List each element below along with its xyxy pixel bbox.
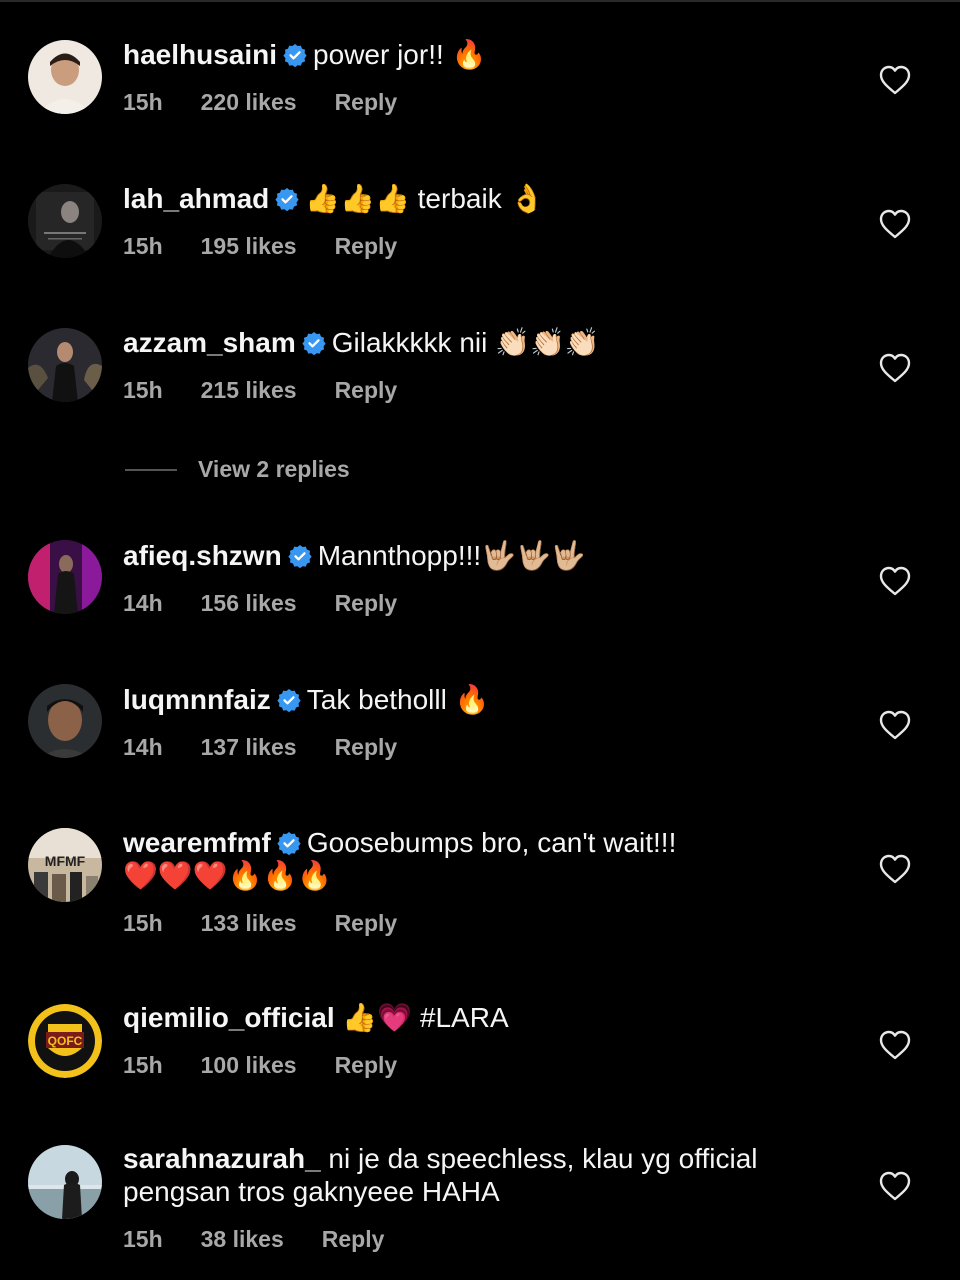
like-count[interactable]: 215 likes [201, 377, 297, 404]
comment-text: ni je da speechless, klau yg official [328, 1143, 758, 1174]
top-divider [0, 0, 960, 2]
avatar-logo-text: QOFC [48, 1034, 83, 1048]
comment-text: Tak betholll 🔥 [306, 684, 490, 715]
avatar[interactable] [28, 40, 102, 114]
reply-button[interactable]: Reply [335, 1052, 398, 1079]
reply-button[interactable]: Reply [335, 233, 398, 260]
verified-badge-icon [302, 331, 326, 355]
reply-button[interactable]: Reply [322, 1226, 385, 1253]
like-count[interactable]: 100 likes [201, 1052, 297, 1079]
like-count[interactable]: 220 likes [201, 89, 297, 116]
heart-outline-icon[interactable] [878, 565, 912, 597]
heart-outline-icon[interactable] [878, 208, 912, 240]
comment-text-line-2: ❤️❤️❤️🔥🔥🔥 [123, 860, 333, 891]
comment-time: 14h [123, 590, 163, 616]
avatar[interactable] [28, 540, 102, 614]
reply-button[interactable]: Reply [335, 734, 398, 761]
comment-text: Gilakkkkk nii 👏🏻👏🏻👏🏻 [331, 327, 600, 358]
avatar-text: MFMF [45, 853, 86, 869]
reply-button[interactable]: Reply [335, 377, 398, 404]
view-replies-button[interactable]: View 2 replies [123, 456, 423, 486]
avatar[interactable]: MFMF [28, 828, 102, 902]
verified-badge-icon [288, 544, 312, 568]
replies-divider [125, 469, 177, 471]
verified-badge-icon [275, 187, 299, 211]
verified-badge-icon [277, 688, 301, 712]
comment-time: 15h [123, 1052, 163, 1078]
verified-badge-icon [283, 43, 307, 67]
heart-outline-icon[interactable] [878, 1029, 912, 1061]
comment-text: 👍👍👍 terbaik 👌 [305, 183, 545, 214]
heart-outline-icon[interactable] [878, 352, 912, 384]
reply-button[interactable]: Reply [335, 910, 398, 937]
username[interactable]: sarahnazurah_ [123, 1143, 321, 1174]
username[interactable]: haelhusaini [123, 39, 277, 70]
comment-text-line-2: pengsan tros gaknyeee HAHA [123, 1176, 500, 1207]
avatar[interactable] [28, 328, 102, 402]
like-count[interactable]: 38 likes [201, 1226, 284, 1253]
heart-outline-icon[interactable] [878, 853, 912, 885]
username[interactable]: lah_ahmad [123, 183, 269, 214]
avatar[interactable]: QOFC [28, 1004, 102, 1078]
comment-time: 15h [123, 910, 163, 936]
username[interactable]: qiemilio_official [123, 1002, 335, 1033]
comment-time: 15h [123, 377, 163, 403]
avatar[interactable] [28, 1145, 102, 1219]
username[interactable]: wearemfmf [123, 827, 271, 858]
heart-outline-icon[interactable] [878, 1170, 912, 1202]
like-count[interactable]: 195 likes [201, 233, 297, 260]
username[interactable]: azzam_sham [123, 327, 296, 358]
avatar[interactable] [28, 684, 102, 758]
like-count[interactable]: 133 likes [201, 910, 297, 937]
username[interactable]: luqmnnfaiz [123, 684, 271, 715]
comment-text: Mannthopp!!!🤟🏼🤟🏼🤟🏼 [317, 540, 586, 571]
comment-time: 15h [123, 233, 163, 259]
comment-time: 15h [123, 1226, 163, 1252]
comment-time: 15h [123, 89, 163, 115]
heart-outline-icon[interactable] [878, 709, 912, 741]
view-replies-label: View 2 replies [198, 456, 350, 482]
avatar[interactable] [28, 184, 102, 258]
heart-outline-icon[interactable] [878, 64, 912, 96]
reply-button[interactable]: Reply [335, 590, 398, 617]
reply-button[interactable]: Reply [335, 89, 398, 116]
comment-text: Goosebumps bro, can't wait!!! [306, 827, 677, 858]
comment-text: power jor!! 🔥 [313, 39, 487, 70]
like-count[interactable]: 156 likes [201, 590, 297, 617]
verified-badge-icon [277, 831, 301, 855]
username[interactable]: afieq.shzwn [123, 540, 282, 571]
comment-text: 👍💗 #LARA [342, 1002, 509, 1033]
like-count[interactable]: 137 likes [201, 734, 297, 761]
comment-time: 14h [123, 734, 163, 760]
